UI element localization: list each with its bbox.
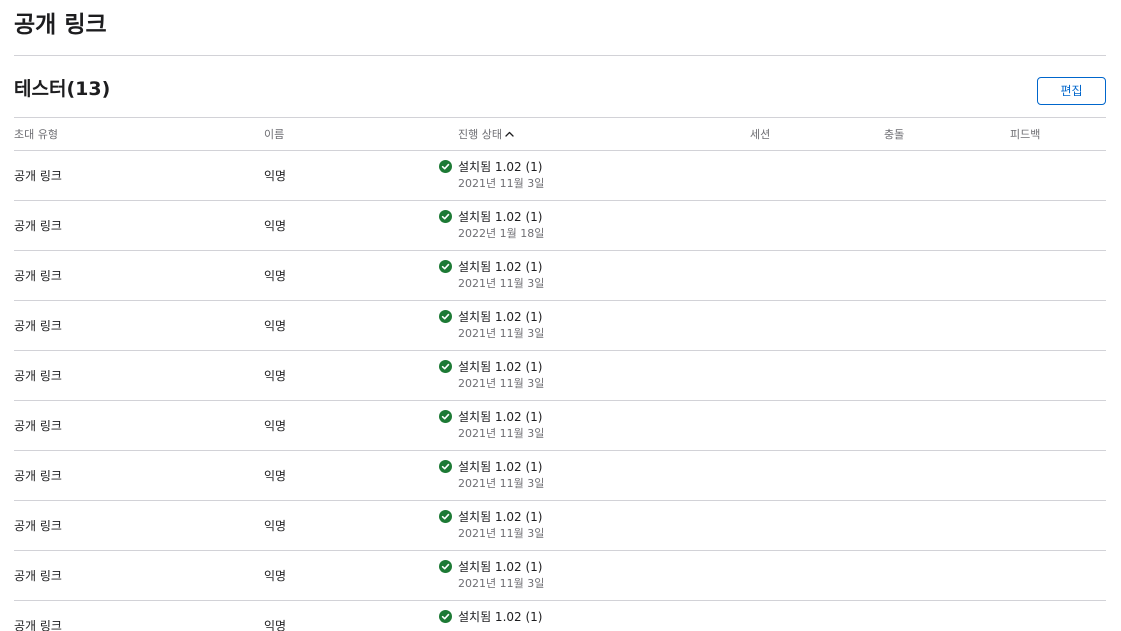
tester-name-cell: 익명	[264, 519, 287, 533]
installed-check-icon	[439, 410, 452, 423]
invite-type-cell: 공개 링크	[14, 319, 62, 333]
table-header: 초대 유형 이름 진행 상태 세션 충돌 피드백	[14, 117, 1106, 151]
status-date: 2021년 11월 3일	[458, 377, 545, 390]
installed-check-icon	[439, 510, 452, 523]
status-text: 설치됨 1.02 (1)	[458, 160, 543, 174]
status-date: 2021년 11월 3일	[458, 427, 545, 440]
invite-type-cell: 공개 링크	[14, 569, 62, 583]
status-text: 설치됨 1.02 (1)	[458, 610, 543, 624]
column-header-invite-type[interactable]: 초대 유형	[14, 118, 58, 151]
status-date: 2021년 11월 3일	[458, 177, 545, 190]
tester-name-cell: 익명	[264, 419, 287, 433]
invite-type-cell: 공개 링크	[14, 419, 62, 433]
installed-check-icon	[439, 460, 452, 473]
tester-name-cell: 익명	[264, 469, 287, 483]
table-row[interactable]: 공개 링크 익명 설치됨 1.02 (1) 2021년 11월 3일	[14, 351, 1106, 401]
status-text: 설치됨 1.02 (1)	[458, 210, 543, 224]
status-date: 2021년 11월 3일	[458, 527, 545, 540]
column-header-status[interactable]: 진행 상태	[458, 118, 514, 151]
status-text: 설치됨 1.02 (1)	[458, 510, 543, 524]
table-row[interactable]: 공개 링크 익명 설치됨 1.02 (1) 2021년 11월 3일	[14, 451, 1106, 501]
header-divider	[14, 55, 1106, 56]
status-text: 설치됨 1.02 (1)	[458, 460, 543, 474]
table-row[interactable]: 공개 링크 익명 설치됨 1.02 (1) 2021년 11월 3일	[14, 551, 1106, 601]
invite-type-cell: 공개 링크	[14, 169, 62, 183]
invite-type-cell: 공개 링크	[14, 519, 62, 533]
tester-name-cell: 익명	[264, 569, 287, 583]
installed-check-icon	[439, 560, 452, 573]
status-text: 설치됨 1.02 (1)	[458, 310, 543, 324]
column-header-session[interactable]: 세션	[750, 118, 770, 151]
invite-type-cell: 공개 링크	[14, 219, 62, 233]
table-row[interactable]: 공개 링크 익명 설치됨 1.02 (1) 2021년 11월 3일	[14, 151, 1106, 201]
tester-name-cell: 익명	[264, 369, 287, 383]
invite-type-cell: 공개 링크	[14, 469, 62, 483]
status-date: 2021년 11월 3일	[458, 277, 545, 290]
status-date: 2022년 1월 18일	[458, 227, 545, 240]
status-text: 설치됨 1.02 (1)	[458, 260, 543, 274]
installed-check-icon	[439, 360, 452, 373]
testers-table: 초대 유형 이름 진행 상태 세션 충돌 피드백 공개 링크 익명 설치됨 1.02…	[14, 117, 1106, 631]
column-header-crash[interactable]: 충돌	[884, 118, 904, 151]
table-row[interactable]: 공개 링크 익명 설치됨 1.02 (1) 2021년 11월 3일	[14, 301, 1106, 351]
status-text: 설치됨 1.02 (1)	[458, 410, 543, 424]
invite-type-cell: 공개 링크	[14, 269, 62, 283]
tester-name-cell: 익명	[264, 169, 287, 183]
invite-type-cell: 공개 링크	[14, 619, 62, 631]
table-row[interactable]: 공개 링크 익명 설치됨 1.02 (1) 2021년 11월 3일	[14, 501, 1106, 551]
page-title: 공개 링크	[14, 12, 107, 38]
installed-check-icon	[439, 310, 452, 323]
status-date: 2021년 11월 3일	[458, 327, 545, 340]
table-row[interactable]: 공개 링크 익명 설치됨 1.02 (1) 2021년 11월 3일	[14, 401, 1106, 451]
installed-check-icon	[439, 160, 452, 173]
installed-check-icon	[439, 210, 452, 223]
installed-check-icon	[439, 610, 452, 623]
invite-type-cell: 공개 링크	[14, 369, 62, 383]
public-link-page: 공개 링크 테스터(13) 편집 초대 유형 이름 진행 상태 세션 충돌 피드…	[0, 0, 1121, 631]
table-body: 공개 링크 익명 설치됨 1.02 (1) 2021년 11월 3일 공개 링크 익명 설치…	[14, 151, 1106, 631]
testers-section-title: 테스터(13)	[14, 78, 111, 100]
tester-name-cell: 익명	[264, 619, 287, 631]
tester-name-cell: 익명	[264, 269, 287, 283]
table-row[interactable]: 공개 링크 익명 설치됨 1.02 (1)	[14, 601, 1106, 631]
status-date: 2021년 11월 3일	[458, 477, 545, 490]
column-header-feedback[interactable]: 피드백	[1010, 118, 1040, 151]
edit-button[interactable]: 편집	[1037, 77, 1106, 105]
table-row[interactable]: 공개 링크 익명 설치됨 1.02 (1) 2022년 1월 18일	[14, 201, 1106, 251]
status-text: 설치됨 1.02 (1)	[458, 560, 543, 574]
table-row[interactable]: 공개 링크 익명 설치됨 1.02 (1) 2021년 11월 3일	[14, 251, 1106, 301]
column-header-name[interactable]: 이름	[264, 118, 284, 151]
installed-check-icon	[439, 260, 452, 273]
status-date: 2021년 11월 3일	[458, 577, 545, 590]
sort-ascending-icon	[505, 131, 514, 137]
tester-name-cell: 익명	[264, 319, 287, 333]
status-text: 설치됨 1.02 (1)	[458, 360, 543, 374]
column-header-status-label: 진행 상태	[458, 128, 502, 141]
tester-name-cell: 익명	[264, 219, 287, 233]
